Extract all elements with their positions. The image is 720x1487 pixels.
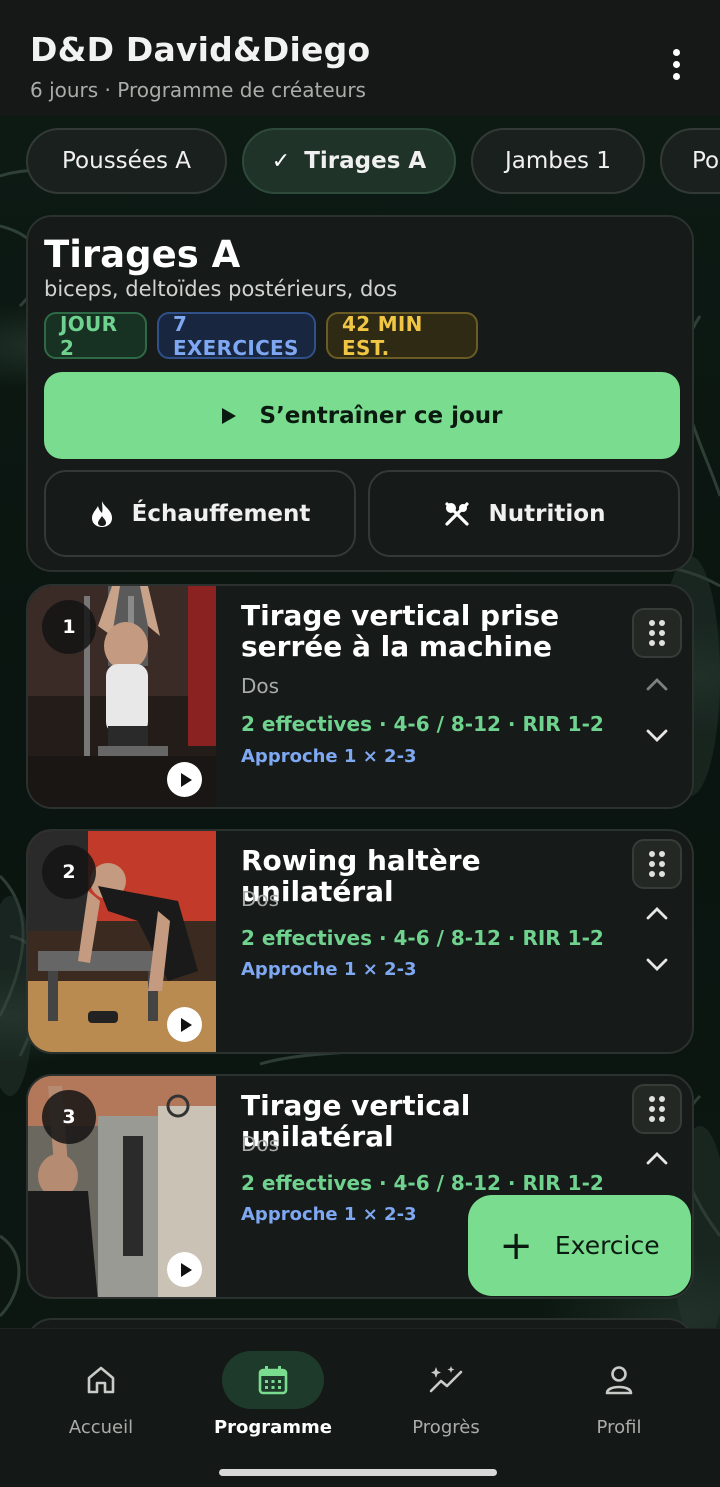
play-video-icon[interactable] <box>167 1252 202 1287</box>
exercise-name: Tirage vertical prise serrée à la machin… <box>241 599 560 663</box>
nav-label: Profil <box>596 1417 642 1438</box>
exercise-count-badge: 7 EXERCICES <box>157 312 316 360</box>
drag-handle-icon[interactable] <box>632 839 682 889</box>
exercise-thumbnail[interactable]: 1 <box>28 586 216 807</box>
plus-icon: + <box>499 1222 533 1269</box>
drag-handle-icon[interactable] <box>632 1084 682 1134</box>
move-up-icon[interactable] <box>642 1148 672 1168</box>
move-down-icon[interactable] <box>642 726 672 746</box>
warmup-label: Échauffement <box>131 500 311 527</box>
tab-po[interactable]: Po <box>660 128 720 194</box>
duration-badge: 42 MIN EST. <box>326 312 478 360</box>
day-summary-card: Tirages A biceps, deltoïdes postérieurs,… <box>26 215 694 572</box>
add-exercise-label: Exercice <box>554 1231 660 1260</box>
add-exercise-button[interactable]: + Exercice <box>468 1195 691 1296</box>
sparkle-chart-icon <box>429 1366 463 1393</box>
day-title: Tirages A <box>44 233 241 276</box>
move-up-icon[interactable] <box>642 903 672 923</box>
exercise-name: Tirage vertical unilatéral <box>241 1089 471 1153</box>
move-down-icon[interactable] <box>642 955 672 975</box>
play-icon <box>221 407 236 424</box>
nav-programme[interactable]: Programme <box>193 1351 353 1451</box>
nav-progres[interactable]: Progrès <box>366 1351 526 1451</box>
exercise-number: 1 <box>42 600 96 654</box>
person-icon <box>605 1366 633 1395</box>
exercise-card[interactable]: 1 Tirage vertical prise serrée à la mach… <box>26 584 694 809</box>
exercise-sets: 2 effectives · 4-6 / 8-12 · RIR 1-2 <box>241 1171 604 1195</box>
exercise-number: 3 <box>42 1090 96 1144</box>
tab-label: Po <box>692 148 720 174</box>
app-header: D&D David&Diego 6 jours · Programme de c… <box>0 0 720 116</box>
exercise-muscle: Dos <box>241 674 280 698</box>
exercise-thumbnail[interactable]: 2 <box>28 831 216 1052</box>
nav-profil[interactable]: Profil <box>539 1351 699 1451</box>
exercise-thumbnail[interactable]: 3 <box>28 1076 216 1297</box>
exercise-approach: Approche 1 × 2-3 <box>241 746 417 767</box>
check-icon: ✓ <box>271 148 291 174</box>
calendar-icon <box>258 1366 288 1395</box>
train-day-button[interactable]: S’entraîner ce jour <box>44 372 680 459</box>
play-video-icon[interactable] <box>167 1007 202 1042</box>
bottom-navigation: Accueil Programme Progrès Profil <box>0 1328 720 1487</box>
nav-label: Accueil <box>68 1417 134 1438</box>
play-video-icon[interactable] <box>167 762 202 797</box>
tab-label: Jambes 1 <box>505 148 611 174</box>
flame-icon <box>91 500 112 527</box>
day-tabs: Poussées A ✓ Tirages A Jambes 1 Po <box>0 128 720 196</box>
train-day-label: S’entraîner ce jour <box>259 402 503 429</box>
nav-label: Programme <box>213 1417 333 1438</box>
more-vert-icon[interactable] <box>656 44 696 84</box>
day-badge: JOUR 2 <box>44 312 147 360</box>
warmup-button[interactable]: Échauffement <box>44 470 356 557</box>
exercise-name: Rowing haltère unilatéral <box>241 844 481 908</box>
move-up-icon[interactable] <box>642 674 672 694</box>
exercise-muscle: Dos <box>241 1132 280 1156</box>
nav-label: Progrès <box>412 1417 480 1438</box>
exercise-approach: Approche 1 × 2-3 <box>241 959 417 980</box>
exercise-number: 2 <box>42 845 96 899</box>
tab-jambes-1[interactable]: Jambes 1 <box>471 128 645 194</box>
gesture-bar <box>219 1469 497 1476</box>
nutrition-label: Nutrition <box>488 500 606 527</box>
exercise-card[interactable]: 2 Rowing haltère unilatéral Dos 2 effect… <box>26 829 694 1054</box>
tab-label: Tirages A <box>304 148 427 174</box>
exercise-sets: 2 effectives · 4-6 / 8-12 · RIR 1-2 <box>241 926 604 950</box>
drag-handle-icon[interactable] <box>632 608 682 658</box>
exercise-muscle: Dos <box>241 887 280 911</box>
tab-label: Poussées A <box>62 148 191 174</box>
tab-tirages-a[interactable]: ✓ Tirages A <box>242 128 456 194</box>
nutrition-button[interactable]: Nutrition <box>368 470 680 557</box>
day-muscles: biceps, deltoïdes postérieurs, dos <box>44 277 398 301</box>
tab-poussees-a[interactable]: Poussées A <box>26 128 227 194</box>
exercise-approach: Approche 1 × 2-3 <box>241 1204 417 1225</box>
program-title: D&D David&Diego <box>30 30 371 69</box>
utensils-icon <box>444 501 469 526</box>
program-subtitle: 6 jours · Programme de créateurs <box>30 78 366 102</box>
exercise-sets: 2 effectives · 4-6 / 8-12 · RIR 1-2 <box>241 712 604 736</box>
home-icon <box>87 1366 115 1394</box>
nav-accueil[interactable]: Accueil <box>21 1351 181 1451</box>
